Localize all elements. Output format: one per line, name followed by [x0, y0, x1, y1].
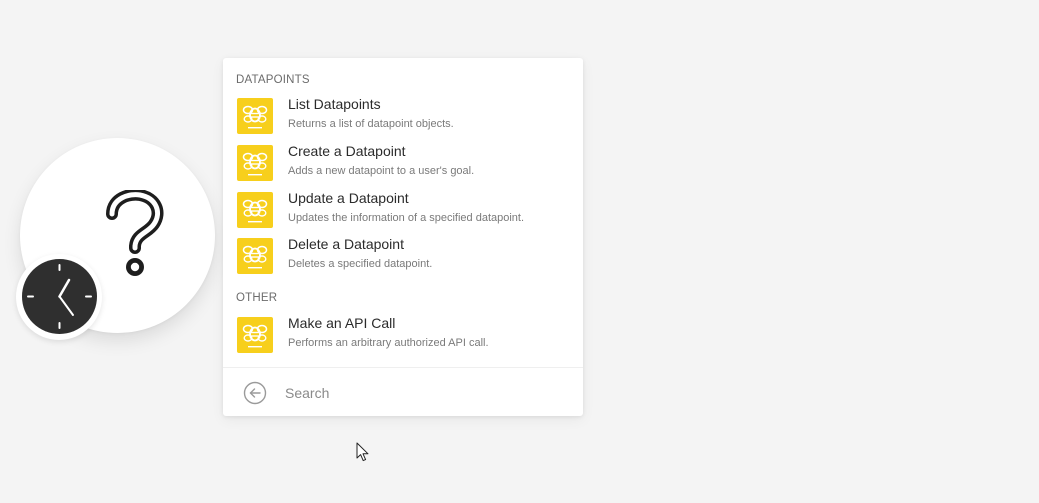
section-header-other: OTHER: [236, 292, 278, 304]
beeminder-bee-icon: [237, 317, 273, 353]
mouse-pointer-icon: [356, 442, 369, 462]
list-item-list-datapoints[interactable]: List Datapoints Returns a list of datapo…: [223, 96, 583, 140]
list-item-make-api-call[interactable]: Make an API Call Performs an arbitrary a…: [223, 315, 583, 359]
item-title: List Datapoints: [288, 96, 381, 112]
item-title: Create a Datapoint: [288, 143, 406, 159]
item-description: Returns a list of datapoint objects.: [288, 118, 454, 130]
list-item-update-datapoint[interactable]: Update a Datapoint Updates the informati…: [223, 190, 583, 234]
beeminder-bee-icon: [237, 98, 273, 134]
item-description: Performs an arbitrary authorized API cal…: [288, 337, 489, 349]
clock-icon: [22, 259, 97, 334]
item-description: Deletes a specified datapoint.: [288, 258, 433, 270]
panel-divider: [223, 367, 583, 368]
beeminder-bee-icon: [237, 192, 273, 228]
section-header-datapoints: DATAPOINTS: [236, 74, 310, 86]
schedule-clock-badge[interactable]: [16, 254, 102, 340]
item-title: Update a Datapoint: [288, 190, 409, 206]
arrow-left-circle-icon[interactable]: [243, 381, 267, 405]
beeminder-bee-icon: [237, 145, 273, 181]
list-item-delete-datapoint[interactable]: Delete a Datapoint Deletes a specified d…: [223, 236, 583, 280]
beeminder-bee-icon: [237, 238, 273, 274]
list-item-create-datapoint[interactable]: Create a Datapoint Adds a new datapoint …: [223, 143, 583, 187]
item-description: Updates the information of a specified d…: [288, 212, 525, 224]
module-action-picker: DATAPOINTS List Datapoints Returns a lis…: [223, 58, 583, 416]
item-title: Delete a Datapoint: [288, 236, 404, 252]
item-description: Adds a new datapoint to a user's goal.: [288, 165, 475, 177]
question-mark-icon: [106, 190, 164, 276]
item-title: Make an API Call: [288, 315, 396, 331]
search-input[interactable]: [285, 380, 565, 406]
